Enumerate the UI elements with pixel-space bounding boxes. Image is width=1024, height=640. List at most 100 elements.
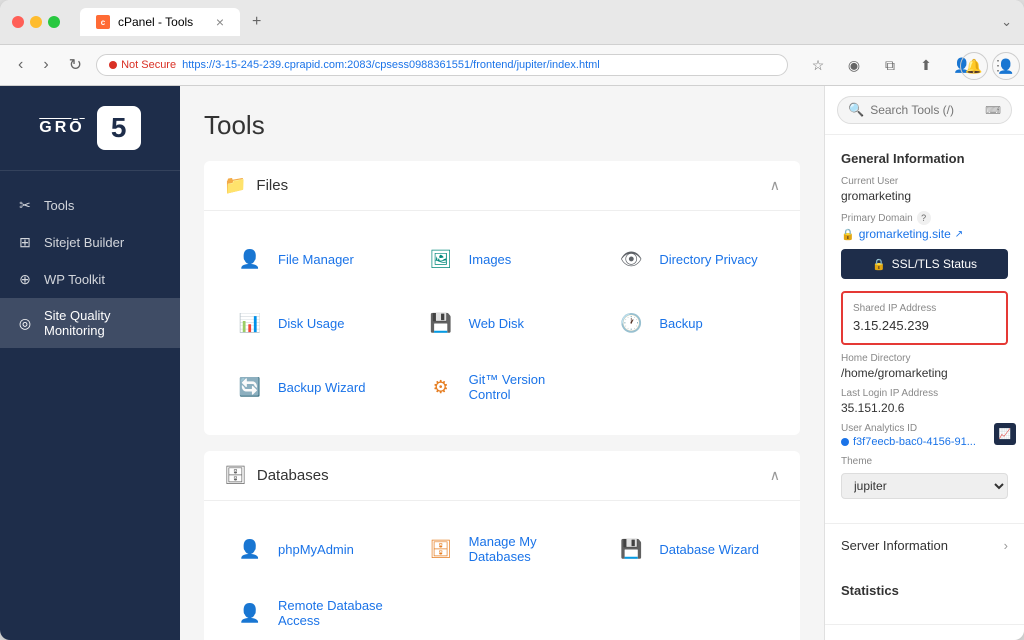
- sidebar-item-sitequality[interactable]: ◎ Site Quality Monitoring: [0, 298, 180, 348]
- profile-circle-icon[interactable]: ◉: [840, 51, 868, 79]
- general-info-section: General Information Current User gromark…: [825, 135, 1024, 524]
- files-chevron-icon: ∧: [770, 177, 780, 194]
- forward-button[interactable]: ›: [37, 54, 54, 76]
- sitequality-label-wrap: Site Quality Monitoring: [44, 308, 110, 338]
- files-section-body: 👤 File Manager 🖼 Images 👁 Directory Priv…: [204, 211, 800, 435]
- active-tab[interactable]: c cPanel - Tools ×: [80, 8, 240, 36]
- files-tools-grid: 👤 File Manager 🖼 Images 👁 Directory Priv…: [224, 231, 780, 415]
- sitequality-line1: Site Quality: [44, 308, 110, 323]
- disk-usage-icon: 📊: [232, 305, 268, 341]
- search-bar[interactable]: 🔍 ⌨: [837, 96, 1012, 124]
- main-content: Tools 📁 Files ∧ 👤 File Manager: [180, 86, 824, 640]
- web-disk-label: Web Disk: [469, 316, 524, 331]
- search-area: 🔍 ⌨: [825, 86, 1024, 135]
- reload-button[interactable]: ↻: [63, 53, 88, 77]
- browser-more-icon[interactable]: ⌄: [1001, 14, 1012, 30]
- sidebar-nav: ✂ Tools ⊞ Sitejet Builder ⊕ WP Toolkit ◎…: [0, 171, 180, 640]
- disk-usage-label: Disk Usage: [278, 316, 344, 331]
- security-dot-icon: [109, 61, 117, 69]
- browser-window: c cPanel - Tools × + ⌄ ‹ › ↻ Not Secure …: [0, 0, 1024, 640]
- tool-remote-database[interactable]: 👤 Remote Database Access: [224, 585, 399, 640]
- home-dir-value: /home/gromarketing: [841, 366, 1008, 380]
- manage-db-icon: 🗄: [423, 531, 459, 567]
- file-manager-icon: 👤: [232, 241, 268, 277]
- tool-file-manager[interactable]: 👤 File Manager: [224, 231, 399, 287]
- theme-select[interactable]: jupiter paper_lantern: [841, 473, 1008, 499]
- sidebar-item-wptoolkit[interactable]: ⊕ WP Toolkit: [0, 261, 180, 298]
- shared-ip-value: 3.15.245.239: [853, 318, 996, 333]
- tool-backup[interactable]: 🕐 Backup: [605, 295, 780, 351]
- close-button[interactable]: [12, 16, 24, 28]
- last-login-row: Last Login IP Address 35.151.20.6: [841, 388, 1008, 415]
- server-info-link[interactable]: Server Information ›: [825, 524, 1024, 567]
- search-input[interactable]: [870, 103, 979, 117]
- maximize-button[interactable]: [48, 16, 60, 28]
- browser-navbar: ‹ › ↻ Not Secure https://3-15-245-239.cp…: [0, 45, 1024, 86]
- images-label: Images: [469, 252, 512, 267]
- directory-privacy-label: Directory Privacy: [659, 252, 757, 267]
- tools-icon: ✂: [16, 197, 34, 214]
- analytics-chart-icon[interactable]: 📈: [994, 423, 1016, 445]
- tab-title: cPanel - Tools: [118, 15, 193, 29]
- primary-domain-value: 🔒 gromarketing.site: [841, 227, 1008, 241]
- images-icon: 🖼: [423, 241, 459, 277]
- tool-directory-privacy[interactable]: 👁 Directory Privacy: [605, 231, 780, 287]
- home-dir-row: Home Directory /home/gromarketing: [841, 353, 1008, 380]
- tab-close-icon[interactable]: ×: [216, 14, 224, 30]
- tool-images[interactable]: 🖼 Images: [415, 231, 590, 287]
- back-button[interactable]: ‹: [12, 54, 29, 76]
- search-submit-icon[interactable]: ⌨: [985, 104, 1001, 117]
- general-info-title: General Information: [841, 151, 1008, 166]
- sidebar-item-sitejet[interactable]: ⊞ Sitejet Builder: [0, 224, 180, 261]
- databases-chevron-icon: ∧: [770, 467, 780, 484]
- help-icon: ?: [917, 211, 931, 225]
- databases-section: 🗄 Databases ∧ 👤 phpMyAdmin 🗄 Manage My D: [204, 451, 800, 640]
- shared-ip-row: Shared IP Address 3.15.245.239: [841, 291, 1008, 345]
- url-bar[interactable]: Not Secure https://3-15-245-239.cprapid.…: [96, 54, 788, 76]
- tool-disk-usage[interactable]: 📊 Disk Usage: [224, 295, 399, 351]
- logo-wrap: GRŌ 5: [39, 106, 140, 150]
- tool-manage-databases[interactable]: 🗄 Manage My Databases: [415, 521, 590, 577]
- statistics-section: Statistics: [825, 567, 1024, 625]
- ssl-btn-label: SSL/TLS Status: [892, 257, 977, 271]
- manage-db-label: Manage My Databases: [469, 534, 582, 564]
- current-user-row: Current User gromarketing: [841, 176, 1008, 203]
- web-disk-icon: 💾: [423, 305, 459, 341]
- wp-icon: ⊕: [16, 271, 34, 288]
- tab-add-icon[interactable]: +: [252, 13, 261, 31]
- analytics-id-label: User Analytics ID: [841, 423, 1008, 434]
- ssl-tls-button[interactable]: 🔒 SSL/TLS Status: [841, 249, 1008, 279]
- sidebar-item-tools[interactable]: ✂ Tools: [0, 187, 180, 224]
- right-panel: 🔍 ⌨ 🔔 👤 General Information Current User…: [824, 86, 1024, 640]
- server-info-arrow-icon: ›: [1004, 538, 1008, 553]
- tool-git-version[interactable]: ⚙ Git™ Version Control: [415, 359, 590, 415]
- window-controls: [12, 16, 60, 28]
- databases-tools-grid: 👤 phpMyAdmin 🗄 Manage My Databases 💾 Dat…: [224, 521, 780, 640]
- app-container: GRŌ 5 ✂ Tools ⊞ Sitejet Builder ⊕: [0, 86, 1024, 640]
- current-user-label: Current User: [841, 176, 1008, 187]
- files-section-header[interactable]: 📁 Files ∧: [204, 161, 800, 211]
- db-wizard-label: Database Wizard: [659, 542, 759, 557]
- analytics-id-row: User Analytics ID f3f7eecb-bac0-4156-91.…: [841, 423, 1008, 448]
- databases-section-header[interactable]: 🗄 Databases ∧: [204, 451, 800, 501]
- minimize-button[interactable]: [30, 16, 42, 28]
- bookmark-icon[interactable]: ☆: [804, 51, 832, 79]
- backup-wizard-label: Backup Wizard: [278, 380, 365, 395]
- extensions-icon[interactable]: ⧉: [876, 51, 904, 79]
- db-wizard-icon: 💾: [613, 531, 649, 567]
- sidebar-item-tools-label: Tools: [44, 198, 74, 213]
- share-icon[interactable]: ⬆: [912, 51, 940, 79]
- sitequality-line2: Monitoring: [44, 323, 110, 338]
- sidebar-item-wptoolkit-label: WP Toolkit: [44, 272, 105, 287]
- tool-database-wizard[interactable]: 💾 Database Wizard: [605, 521, 780, 577]
- phpmyadmin-label: phpMyAdmin: [278, 542, 354, 557]
- theme-label: Theme: [841, 456, 1008, 467]
- sitequality-icon: ◎: [16, 315, 34, 332]
- tool-web-disk[interactable]: 💾 Web Disk: [415, 295, 590, 351]
- backup-label: Backup: [659, 316, 702, 331]
- databases-section-body: 👤 phpMyAdmin 🗄 Manage My Databases 💾 Dat…: [204, 501, 800, 640]
- databases-icon: 🗄: [224, 465, 247, 486]
- tool-backup-wizard[interactable]: 🔄 Backup Wizard: [224, 359, 399, 415]
- search-icon: 🔍: [848, 102, 864, 118]
- tool-phpmyadmin[interactable]: 👤 phpMyAdmin: [224, 521, 399, 577]
